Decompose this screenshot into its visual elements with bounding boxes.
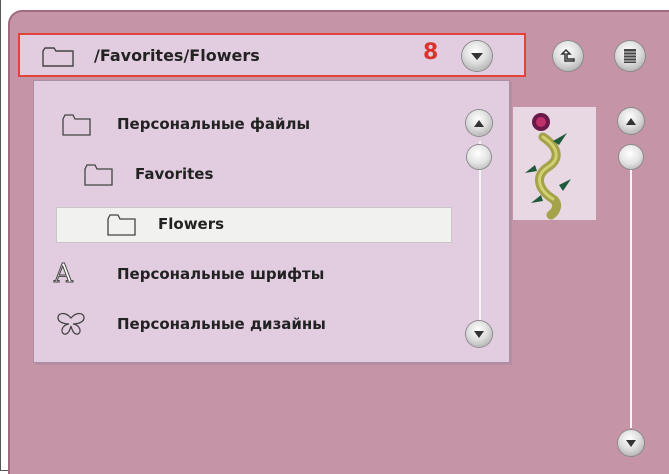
design-thumbnail[interactable]	[513, 107, 596, 220]
chevron-down-icon	[626, 439, 636, 447]
dropdown-item-label: Персональные шрифты	[117, 265, 325, 283]
chevron-down-icon	[474, 330, 484, 338]
dropdown-scroll-up-button[interactable]	[466, 110, 492, 136]
path-dropdown-button[interactable]	[462, 41, 492, 71]
dropdown-item-label: Favorites	[135, 165, 214, 183]
folder-icon	[84, 164, 114, 190]
chevron-up-icon	[474, 119, 484, 127]
flower-stem-design	[525, 113, 571, 220]
folder-dropdown-list: Персональные файлы Favorites Flowers A П…	[33, 80, 510, 363]
folder-up-icon	[560, 49, 575, 62]
callout-number: 8	[423, 40, 439, 65]
chevron-up-icon	[626, 117, 636, 125]
folder-icon	[107, 214, 137, 240]
butterfly-icon	[56, 312, 86, 340]
list-view-icon	[624, 49, 636, 63]
font-icon: A	[54, 259, 74, 290]
main-scroll-thumb[interactable]	[619, 145, 643, 169]
main-scroll-up-button[interactable]	[618, 108, 644, 134]
main-scrollbar-track[interactable]	[630, 160, 632, 428]
path-selector[interactable]: /Favorites/Flowers 8	[18, 33, 526, 77]
dropdown-scroll-down-button[interactable]	[466, 321, 492, 347]
folder-icon	[62, 114, 92, 140]
main-scroll-down-button[interactable]	[618, 430, 644, 456]
folder-icon	[42, 47, 76, 71]
dropdown-scroll-thumb[interactable]	[467, 145, 491, 169]
dropdown-item-label: Персональные дизайны	[117, 315, 326, 333]
folder-up-button[interactable]	[553, 41, 583, 71]
dropdown-item-flowers[interactable]: Flowers	[56, 207, 452, 243]
list-view-button[interactable]	[615, 41, 645, 71]
chevron-down-icon	[471, 53, 483, 60]
dropdown-item-label: Flowers	[158, 215, 225, 233]
current-path: /Favorites/Flowers	[94, 46, 260, 65]
dropdown-item-label: Персональные файлы	[117, 115, 311, 133]
